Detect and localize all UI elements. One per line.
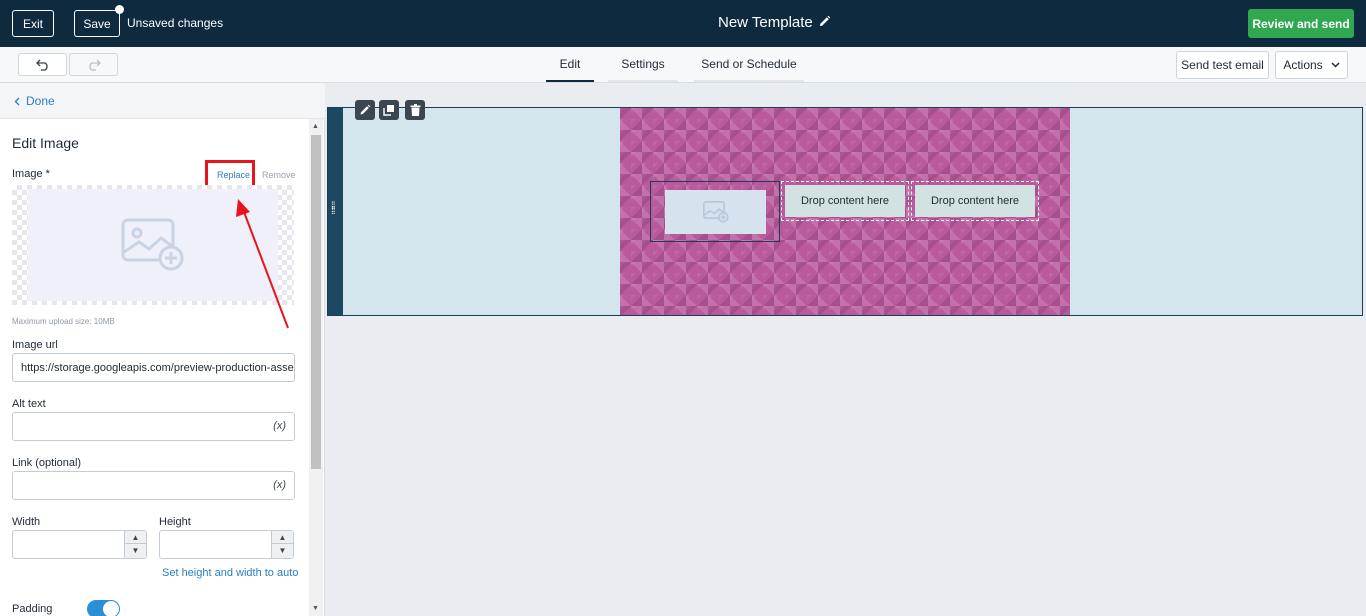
link-input[interactable]: (x): [12, 471, 295, 500]
variable-insert-icon[interactable]: (x): [273, 479, 286, 491]
image-url-label: Image url: [12, 339, 58, 351]
drop-content-label: Drop content here: [915, 185, 1035, 217]
tab-send-or-schedule[interactable]: Send or Schedule: [694, 47, 804, 82]
spin-up-icon[interactable]: ▲: [272, 531, 293, 544]
template-title[interactable]: New Template: [718, 14, 813, 31]
width-label: Width: [12, 516, 41, 528]
width-stepper[interactable]: ▲ ▼: [124, 531, 146, 558]
padding-label: Padding: [12, 603, 53, 615]
image-add-icon: [702, 201, 729, 223]
image-url-input[interactable]: https://storage.googleapis.com/preview-p…: [12, 353, 295, 382]
annotation-arrow: [236, 199, 289, 329]
variable-insert-icon[interactable]: (x): [273, 420, 286, 432]
drop-content-label: Drop content here: [785, 185, 905, 217]
row-drag-handle[interactable]: ⁞⁞ ⁞⁞: [328, 108, 343, 315]
drop-content-zone[interactable]: Drop content here: [911, 181, 1039, 221]
chevron-down-icon: [1331, 62, 1340, 68]
actions-dropdown[interactable]: Actions: [1275, 51, 1348, 79]
trash-icon[interactable]: [405, 100, 425, 120]
drop-content-zone[interactable]: Drop content here: [781, 181, 909, 221]
review-and-send-button[interactable]: Review and send: [1248, 9, 1354, 38]
edit-icon[interactable]: [355, 100, 375, 120]
width-input[interactable]: ▲ ▼: [12, 530, 147, 559]
alt-text-label: Alt text: [12, 398, 46, 410]
pencil-icon[interactable]: [818, 15, 831, 28]
auto-size-link[interactable]: Set height and width to auto: [162, 567, 298, 579]
image-block-selected[interactable]: [650, 181, 780, 242]
tab-edit[interactable]: Edit: [546, 47, 594, 82]
padding-toggle[interactable]: [87, 600, 120, 616]
row-toolbar: [355, 100, 425, 120]
tab-settings[interactable]: Settings: [608, 47, 678, 82]
height-label: Height: [159, 516, 191, 528]
drag-handle-icon: ⁞⁞ ⁞⁞: [331, 201, 335, 217]
actions-label: Actions: [1283, 58, 1323, 72]
send-test-email-button[interactable]: Send test email: [1176, 51, 1269, 79]
alt-text-input[interactable]: (x): [12, 412, 295, 441]
spin-down-icon[interactable]: ▼: [272, 544, 293, 557]
scroll-down-icon[interactable]: ▼: [312, 605, 319, 612]
image-block-placeholder: [665, 190, 766, 234]
spin-up-icon[interactable]: ▲: [125, 531, 146, 544]
height-stepper[interactable]: ▲ ▼: [271, 531, 293, 558]
link-label: Link (optional): [12, 457, 82, 469]
duplicate-icon[interactable]: [379, 100, 399, 120]
height-input[interactable]: ▲ ▼: [159, 530, 294, 559]
spin-down-icon[interactable]: ▼: [125, 544, 146, 557]
